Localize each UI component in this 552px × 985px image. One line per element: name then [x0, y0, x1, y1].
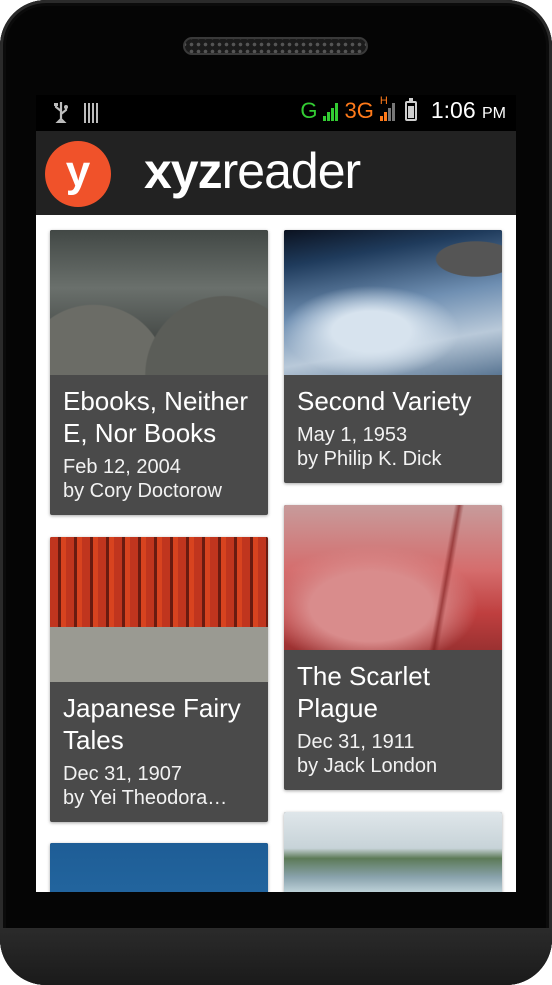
bottom-bezel: [0, 928, 552, 985]
status-bar: G 3G H 1:06 PM: [36, 95, 516, 131]
article-thumbnail: [50, 537, 268, 682]
clock-time: 1:06: [430, 97, 476, 123]
clock-ampm: PM: [482, 105, 506, 122]
article-card[interactable]: Second Variety May 1, 1953 by Philip K. …: [284, 230, 502, 483]
article-title: Japanese Fairy Tales: [63, 693, 241, 755]
article-author: by Jack London: [297, 755, 438, 777]
app-title-bold: xyz: [144, 143, 223, 199]
app-logo-icon[interactable]: y: [45, 141, 111, 207]
article-thumbnail: [50, 230, 268, 375]
article-date: Feb 12, 2004: [63, 456, 181, 478]
usb-icon: [52, 101, 70, 129]
article-author: by Philip K. Dick: [297, 448, 442, 470]
article-date: Dec 31, 1911: [297, 731, 415, 753]
article-author: by Cory Doctorow: [63, 480, 222, 502]
article-thumbnail: [50, 843, 268, 892]
network-g-label: G: [300, 97, 318, 123]
signal-3g-icon: H: [379, 95, 395, 121]
barcode-icon: [84, 103, 98, 123]
article-card[interactable]: [50, 843, 268, 892]
signal-strength-icon: [323, 101, 339, 121]
app-title: xyzreader: [144, 141, 362, 201]
article-title: The Scarlet Plague: [297, 661, 430, 723]
article-list[interactable]: Ebooks, Neither E, Nor Books Feb 12, 200…: [36, 215, 516, 892]
article-thumbnail: [284, 505, 502, 650]
article-card[interactable]: [284, 812, 502, 892]
article-thumbnail: [284, 812, 502, 892]
status-clock: 1:06 PM: [431, 97, 506, 124]
app-title-rest: reader: [221, 143, 362, 199]
article-card[interactable]: The Scarlet Plague Dec 31, 1911 by Jack …: [284, 505, 502, 790]
network-h-label: H: [379, 94, 388, 107]
logo-letter: y: [65, 147, 91, 196]
earpiece-speaker: [183, 37, 368, 55]
network-3g-label: 3G: [344, 97, 374, 123]
article-date: May 1, 1953: [297, 424, 408, 446]
action-bar: y xyzreader: [36, 131, 516, 215]
article-author: by Yei Theodora…: [63, 787, 228, 809]
article-title: Second Variety: [297, 386, 472, 416]
article-thumbnail: [284, 230, 502, 375]
battery-icon: [404, 97, 417, 121]
article-title: Ebooks, Neither E, Nor Books: [63, 386, 248, 448]
article-card[interactable]: Japanese Fairy Tales Dec 31, 1907 by Yei…: [50, 537, 268, 822]
article-card[interactable]: Ebooks, Neither E, Nor Books Feb 12, 200…: [50, 230, 268, 515]
article-date: Dec 31, 1907: [63, 763, 182, 785]
